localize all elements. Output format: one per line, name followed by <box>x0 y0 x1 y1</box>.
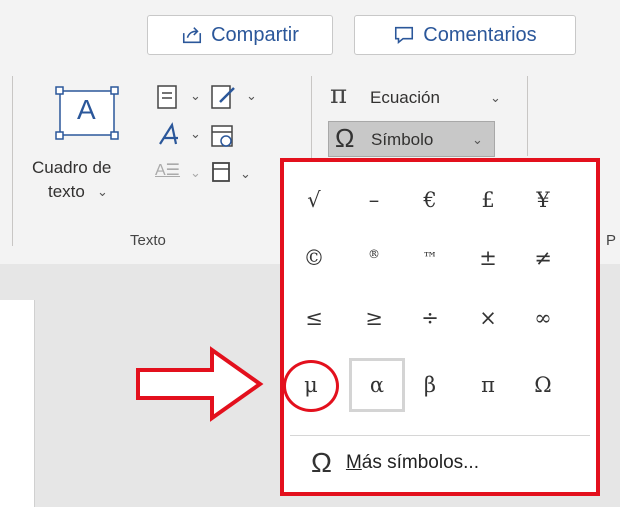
wordart-icon[interactable] <box>156 122 184 148</box>
symbol-cell[interactable]: ± <box>463 236 513 280</box>
chevron-down-icon: ⌄ <box>240 166 251 181</box>
symbol-cell[interactable]: © <box>289 236 339 280</box>
symbol-cell[interactable]: ® <box>349 232 399 276</box>
symbol-cell[interactable]: ™ <box>405 236 455 280</box>
document-page[interactable] <box>0 300 35 507</box>
textbox-label-line1: Cuadro de <box>32 158 112 177</box>
symbol-cell[interactable]: ÷ <box>405 296 455 340</box>
arrow-right-outline-icon <box>136 346 264 422</box>
equation-label: Ecuación <box>370 88 440 107</box>
symbol-button[interactable]: Ω Símbolo ⌄ <box>328 121 495 157</box>
textbox-button[interactable]: A Cuadro de texto ⌄ <box>30 80 142 210</box>
equation-button[interactable]: π Ecuación ⌄ <box>330 80 510 114</box>
chevron-down-icon: ⌄ <box>472 132 483 147</box>
omega-symbol-icon: Ω <box>335 123 355 153</box>
comment-icon <box>395 26 414 44</box>
more-symbols-label: Más símbolos... <box>346 452 479 474</box>
symbol-cell[interactable]: π <box>463 363 513 407</box>
chevron-down-icon: ⌄ <box>97 184 108 199</box>
signature-line-icon[interactable] <box>210 84 238 110</box>
chevron-down-icon: ⌄ <box>490 90 501 105</box>
more-symbols-accesskey: M <box>345 452 362 473</box>
share-button[interactable]: Compartir <box>147 15 333 55</box>
dropcap-icon[interactable]: A☰ <box>155 160 180 180</box>
object-icon[interactable] <box>210 160 234 184</box>
group-label-cut: P <box>606 232 617 249</box>
symbol-cell[interactable]: β <box>405 363 455 407</box>
symbol-cell[interactable]: ≥ <box>349 296 399 340</box>
symbol-cell[interactable]: – <box>349 178 399 222</box>
ribbon-separator-right <box>527 76 528 156</box>
pi-equation-icon: π <box>330 80 348 110</box>
textbox-label-line2: texto <box>48 182 85 201</box>
share-label: Compartir <box>211 23 299 46</box>
quick-parts-icon[interactable] <box>156 84 180 110</box>
more-symbols-label-rest: ás símbolos... <box>361 452 479 473</box>
comments-button[interactable]: Comentarios <box>354 15 576 55</box>
mu-highlight-circle <box>283 360 339 412</box>
more-symbols-button[interactable]: Ω Más símbolos... <box>311 447 479 479</box>
comments-label: Comentarios <box>423 23 537 46</box>
symbol-cell[interactable]: ∞ <box>518 296 568 340</box>
symbol-cell[interactable]: ¥ <box>518 178 568 222</box>
symbol-cell[interactable]: × <box>463 296 513 340</box>
symbol-label: Símbolo <box>371 130 434 149</box>
chevron-down-icon: ⌄ <box>190 88 201 103</box>
symbol-cell[interactable]: ≤ <box>289 296 339 340</box>
symbol-cell[interactable]: √ <box>289 178 339 222</box>
date-time-icon[interactable] <box>210 122 236 150</box>
chevron-down-icon: ⌄ <box>246 88 257 103</box>
symbol-cell[interactable]: £ <box>463 178 513 222</box>
symbol-cell[interactable]: Ω <box>518 363 568 407</box>
textbox-icon-letter: A <box>77 94 96 125</box>
symbol-cell[interactable]: ≠ <box>518 236 568 280</box>
symbol-cell[interactable]: € <box>405 178 455 222</box>
group-label-texto: Texto <box>130 232 166 249</box>
omega-icon: Ω <box>311 447 332 478</box>
symbol-cell-alpha[interactable]: α <box>352 363 402 407</box>
dropdown-divider <box>290 435 590 436</box>
ribbon-separator-left <box>12 76 13 246</box>
share-icon <box>183 27 202 44</box>
chevron-down-icon: ⌄ <box>190 126 201 141</box>
chevron-down-icon: ⌄ <box>190 165 201 180</box>
